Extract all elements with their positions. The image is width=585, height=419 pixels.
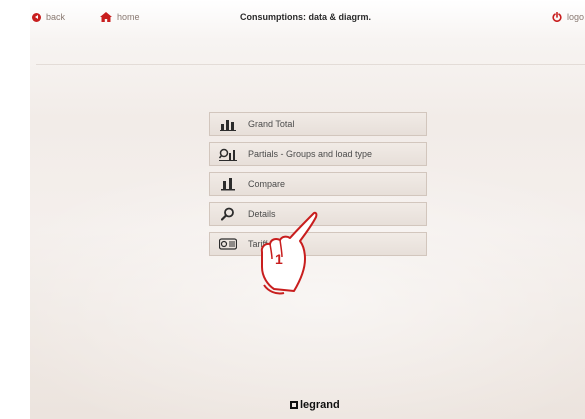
menu-item-grand-total[interactable]: Grand Total bbox=[209, 112, 427, 136]
page-title: Consumptions: data & diagrm. bbox=[240, 12, 372, 22]
legrand-logo: legrand bbox=[290, 399, 340, 411]
logout-label: logo bbox=[567, 12, 585, 22]
header-divider bbox=[36, 64, 585, 65]
menu-item-tariff[interactable]: Tariff bbox=[209, 232, 427, 256]
logo-mark bbox=[290, 401, 298, 409]
top-bar: back home Consumptions: data & diagrm. l… bbox=[0, 0, 585, 36]
bar-chart-icon bbox=[218, 114, 238, 134]
menu-item-compare[interactable]: Compare bbox=[209, 172, 427, 196]
back-button[interactable]: back bbox=[32, 12, 65, 22]
logo-text: legrand bbox=[300, 399, 340, 411]
menu-label-grand-total: Grand Total bbox=[248, 119, 295, 129]
back-arrow-icon bbox=[32, 12, 41, 22]
home-icon bbox=[100, 12, 112, 22]
partials-chart-icon bbox=[218, 144, 238, 164]
left-margin bbox=[0, 0, 30, 419]
consumption-menu: Grand Total Partials - Groups and load t… bbox=[209, 112, 427, 262]
menu-item-details[interactable]: Details bbox=[209, 202, 427, 226]
compare-icon bbox=[218, 174, 238, 194]
home-button[interactable]: home bbox=[100, 12, 140, 22]
menu-label-details: Details bbox=[248, 209, 276, 219]
menu-label-partials: Partials - Groups and load type bbox=[248, 149, 373, 159]
menu-label-tariff: Tariff bbox=[248, 239, 268, 249]
power-icon bbox=[552, 12, 562, 22]
tariff-icon bbox=[218, 234, 238, 254]
home-label: home bbox=[117, 12, 140, 22]
menu-label-compare: Compare bbox=[248, 179, 286, 189]
logout-button[interactable]: logo bbox=[552, 12, 584, 22]
menu-item-partials[interactable]: Partials - Groups and load type bbox=[209, 142, 427, 166]
back-label: back bbox=[46, 12, 66, 22]
magnifier-icon bbox=[218, 204, 238, 224]
